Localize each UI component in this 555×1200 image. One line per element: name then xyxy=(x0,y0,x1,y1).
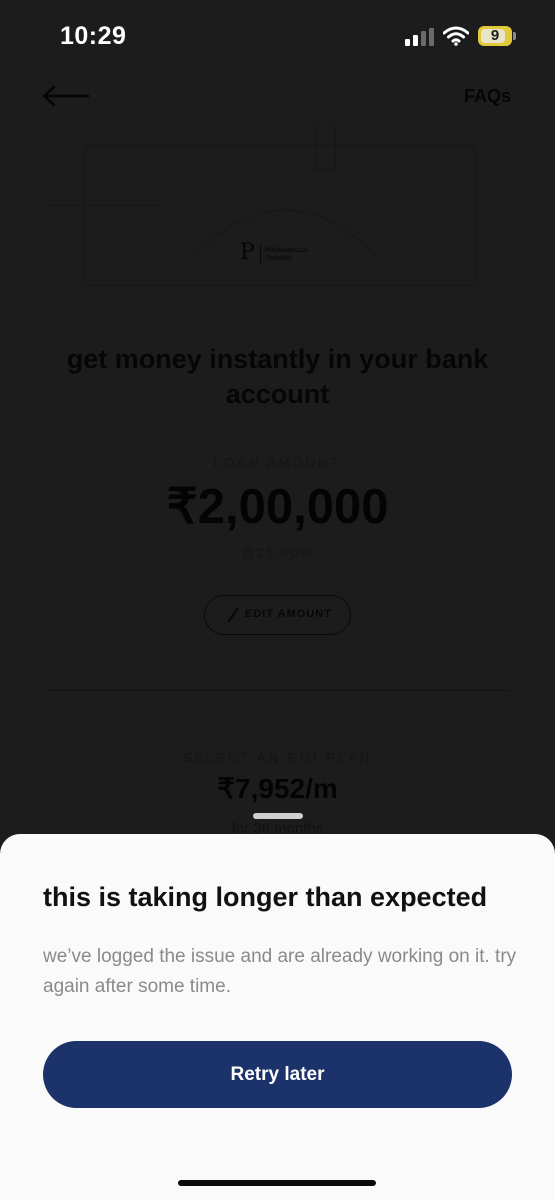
lender-logo: P POONAWALLA FINCORP xyxy=(240,240,340,270)
logo-text-line1: POONAWALLA xyxy=(265,248,308,254)
sheet-drag-handle[interactable] xyxy=(253,813,303,819)
signal-bars-icon xyxy=(405,28,434,46)
edit-amount-label: EDIT AMOUNT xyxy=(245,608,332,620)
section-divider xyxy=(45,690,510,691)
loan-interest-rate: @25.00% xyxy=(241,545,314,560)
arrow-left-icon[interactable] xyxy=(40,80,92,112)
status-time: 10:29 xyxy=(60,22,127,50)
error-bottom-sheet: this is taking longer than expected we’v… xyxy=(0,834,555,1200)
logo-text-line2: FINCORP xyxy=(265,256,292,262)
sheet-message: we’ve logged the issue and are already w… xyxy=(43,946,517,997)
battery-tip xyxy=(513,32,516,40)
retry-later-button[interactable]: Retry later xyxy=(43,1041,512,1108)
battery-level: 9 xyxy=(490,27,500,44)
pencil-icon xyxy=(227,607,239,623)
logo-text: POONAWALLA FINCORP xyxy=(265,247,335,263)
edit-amount-button[interactable]: EDIT AMOUNT xyxy=(204,595,351,635)
loan-amount-value: ₹2,00,000 xyxy=(166,480,389,534)
loan-amount-label: LOAN AMOUNT xyxy=(213,455,342,470)
emi-plan-value: ₹7,952/m xyxy=(217,773,338,804)
emi-plan-label: SELECT AN EMI PLAN xyxy=(182,750,373,765)
logo-letter: P xyxy=(240,240,255,265)
home-indicator[interactable] xyxy=(178,1180,376,1186)
faqs-link[interactable]: FAQs xyxy=(464,86,511,107)
battery-icon: 9 xyxy=(478,26,512,46)
status-bar: 10:29 9 xyxy=(0,0,555,75)
retry-later-label: Retry later xyxy=(230,1064,325,1085)
wifi-icon xyxy=(443,26,469,46)
sheet-title: this is taking longer than expected xyxy=(43,882,488,912)
logo-divider xyxy=(260,244,261,264)
page-headline: get money instantly in your bank account xyxy=(66,344,489,409)
